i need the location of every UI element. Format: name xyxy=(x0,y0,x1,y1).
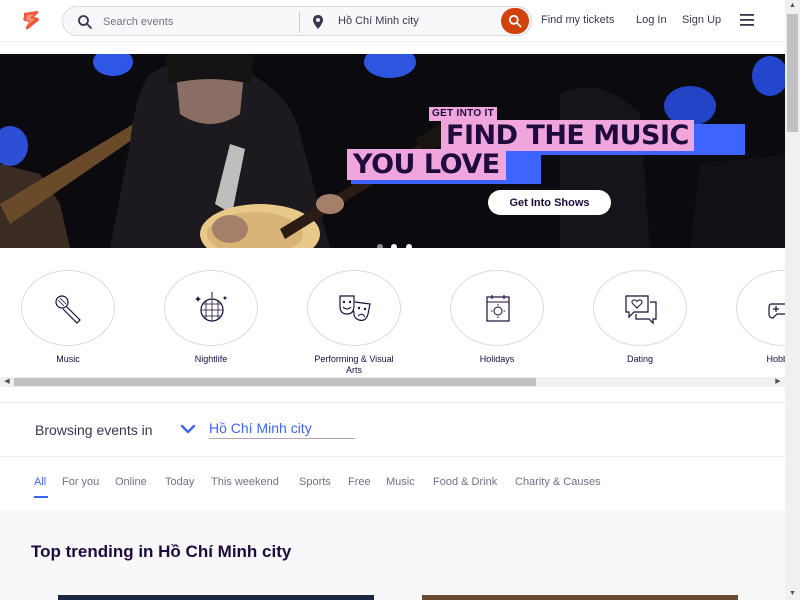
category-performing-visual-arts-circle xyxy=(307,270,401,346)
category-hobbies[interactable]: Hobbies xyxy=(735,270,785,365)
tab-this-weekend[interactable]: This weekend xyxy=(211,476,279,488)
category-music[interactable]: Music xyxy=(20,270,116,365)
scroll-up-arrow-icon[interactable]: ▲ xyxy=(785,0,800,12)
theater-masks-icon xyxy=(339,295,371,321)
category-dating[interactable]: Dating xyxy=(592,270,688,365)
tab-sports[interactable]: Sports xyxy=(299,476,331,488)
get-into-shows-button[interactable]: Get Into Shows xyxy=(488,190,611,215)
category-carousel: Music Nightlife Performing & Visual Arts… xyxy=(0,262,785,377)
sign-up-link[interactable]: Sign Up xyxy=(682,14,721,26)
browse-city-select[interactable]: Hồ Chí Minh city xyxy=(209,420,355,439)
hero-headline-line1: FIND THE MUSIC xyxy=(441,120,694,151)
category-holidays[interactable]: Holidays xyxy=(449,270,545,365)
trending-title: Top trending in Hồ Chí Minh city xyxy=(31,542,292,561)
category-holidays-circle xyxy=(450,270,544,346)
tab-charity-causes[interactable]: Charity & Causes xyxy=(515,476,601,488)
carousel-dot-1[interactable] xyxy=(377,244,383,248)
carousel-dot-3[interactable] xyxy=(405,244,412,248)
chat-heart-icon xyxy=(625,295,657,325)
category-nightlife[interactable]: Nightlife xyxy=(163,270,259,365)
hero-tag: GET INTO IT xyxy=(429,107,498,121)
tab-for-you[interactable]: For you xyxy=(62,476,99,488)
carousel-dot-2[interactable] xyxy=(391,244,398,248)
eventbrite-logo-icon[interactable] xyxy=(20,9,42,31)
tab-all[interactable]: All xyxy=(34,476,46,488)
category-music-label: Music xyxy=(56,354,80,364)
category-dating-circle xyxy=(593,270,687,346)
tab-free[interactable]: Free xyxy=(348,476,371,488)
browse-label: Browsing events in xyxy=(35,422,153,438)
location-field[interactable]: Hồ Chí Minh city xyxy=(338,15,419,27)
category-dating-label: Dating xyxy=(626,354,653,364)
trending-section: Top trending in Hồ Chí Minh city xyxy=(0,510,785,600)
browse-location-row: Browsing events in Hồ Chí Minh city xyxy=(0,402,785,457)
hero-banner: GET INTO IT FIND THE MUSIC YOU LOVE Get … xyxy=(0,54,785,248)
category-holidays-label: Holidays xyxy=(479,354,515,364)
scroll-down-arrow-icon[interactable]: ▼ xyxy=(785,588,800,600)
log-in-link[interactable]: Log In xyxy=(636,14,667,26)
search-divider xyxy=(299,11,300,33)
category-nightlife-label: Nightlife xyxy=(194,354,228,364)
location-pin-icon xyxy=(313,15,323,29)
disco-ball-icon xyxy=(195,292,228,322)
chevron-down-icon[interactable] xyxy=(180,423,196,435)
tab-online[interactable]: Online xyxy=(115,476,147,488)
search-input[interactable] xyxy=(103,13,293,31)
category-music-circle xyxy=(21,270,115,346)
scroll-left-arrow-icon[interactable]: ◀ xyxy=(2,377,12,387)
microphone-icon xyxy=(55,295,81,324)
search-button[interactable] xyxy=(501,8,529,34)
search-icon xyxy=(78,15,92,29)
category-horizontal-scrollbar[interactable]: ◀ ▶ xyxy=(0,377,785,387)
search-button-icon xyxy=(508,14,522,28)
calendar-sun-icon xyxy=(486,295,510,322)
tab-music[interactable]: Music xyxy=(386,476,415,488)
category-hobbies-label: Hobbies xyxy=(766,354,785,364)
vertical-scrollbar-thumb[interactable] xyxy=(787,14,798,132)
category-performing-visual-arts[interactable]: Performing & Visual Arts xyxy=(306,270,402,376)
event-card-thumbnail[interactable] xyxy=(58,595,374,600)
scroll-right-arrow-icon[interactable]: ▶ xyxy=(773,377,783,387)
tab-today[interactable]: Today xyxy=(165,476,194,488)
category-nightlife-circle xyxy=(164,270,258,346)
category-hobbies-circle xyxy=(736,270,785,346)
event-filter-tabs: All For you Online Today This weekend Sp… xyxy=(0,468,785,500)
carousel-dots xyxy=(377,237,416,248)
hero-headline-line1-text: FIND THE MUSIC xyxy=(446,120,689,151)
tab-active-underline xyxy=(34,496,48,498)
page: Hồ Chí Minh city Find my tickets Log In … xyxy=(0,0,785,600)
category-performing-visual-arts-label: Performing & Visual Arts xyxy=(314,354,394,375)
horizontal-scrollbar-thumb[interactable] xyxy=(14,378,536,386)
tab-food-drink[interactable]: Food & Drink xyxy=(433,476,497,488)
hero-headline-line2: YOU LOVE xyxy=(347,149,506,180)
find-my-tickets-link[interactable]: Find my tickets xyxy=(541,14,614,26)
event-card-thumbnail[interactable] xyxy=(422,595,738,600)
page-vertical-scrollbar[interactable]: ▲ ▼ xyxy=(785,0,800,600)
search-bar: Hồ Chí Minh city xyxy=(62,6,532,36)
gamepad-icon xyxy=(768,303,785,319)
top-header: Hồ Chí Minh city Find my tickets Log In … xyxy=(0,0,785,42)
hamburger-menu-icon[interactable] xyxy=(740,14,754,26)
hero-headline-line2-text: YOU LOVE xyxy=(353,149,500,180)
